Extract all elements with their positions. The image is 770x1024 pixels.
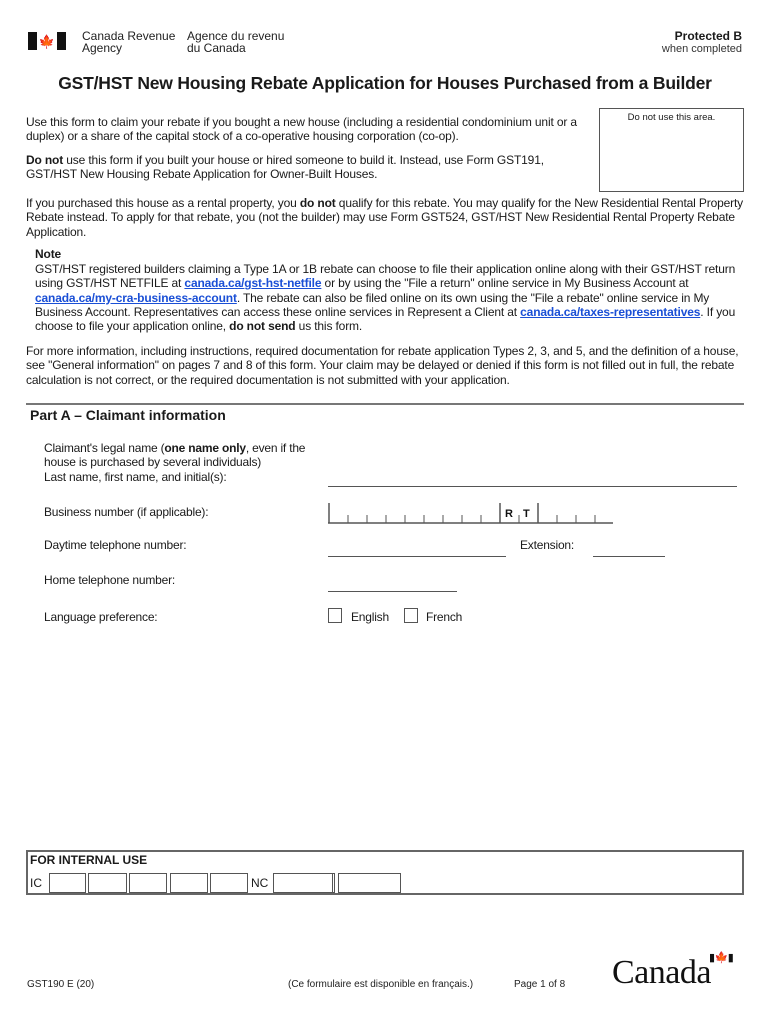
business-number-label: Business number (if applicable): [44, 505, 209, 519]
do-not-use-label: Do not use this area. [627, 112, 716, 123]
french-checkbox[interactable] [404, 608, 418, 623]
bn-t-label: T [523, 508, 530, 520]
internal-use-heading: FOR INTERNAL USE [30, 853, 148, 867]
agency-name-fr: Agence du revenu du Canada [187, 30, 284, 54]
note-text-5: us this form. [295, 319, 363, 334]
legal-name-field[interactable] [328, 486, 737, 487]
home-phone-field[interactable] [328, 591, 457, 592]
nc-box[interactable] [273, 873, 335, 893]
ic-box[interactable] [129, 873, 167, 893]
legal-name-text-c: Last name, first name, and initial(s): [44, 469, 227, 484]
protected-sub: when completed [661, 43, 742, 55]
form-code: GST190 E (20) [27, 979, 95, 990]
canada-wordmark-text: Canada [612, 954, 711, 991]
canada-wordmark: Canada▮🍁▮ [612, 952, 735, 992]
agency-en-line2: Agency [82, 41, 123, 55]
intro-p3-text-a: If you purchased this house as a rental … [26, 196, 300, 210]
part-a-heading: Part A – Claimant information [30, 407, 226, 423]
protected-label: Protected B [674, 29, 742, 43]
intro-p2-bold: Do not [26, 153, 64, 167]
bn-r-label: R [505, 508, 513, 520]
note-text-2: or by using the "File a return" online s… [321, 276, 689, 291]
note-heading: Note [35, 247, 62, 261]
language-label: Language preference: [44, 610, 158, 624]
extension-field[interactable] [593, 556, 665, 557]
link-gst-hst-netfile[interactable]: canada.ca/gst-hst-netfile [184, 276, 321, 290]
ic-box[interactable] [210, 873, 248, 893]
intro-p2-text: use this form if you built your house or… [26, 153, 544, 182]
english-label: English [351, 610, 389, 624]
french-availability-note: (Ce formulaire est disponible en françai… [288, 979, 474, 990]
protected-badge: Protected B when completed [662, 29, 742, 55]
legal-name-text-a: Claimant's legal name ( [44, 441, 165, 455]
ic-box[interactable] [49, 873, 86, 893]
ic-label: IC [30, 876, 42, 890]
page-title: GST/HST New Housing Rebate Application f… [58, 73, 712, 93]
home-phone-label: Home telephone number: [44, 573, 176, 587]
business-number-field[interactable]: R T [328, 502, 613, 524]
english-checkbox[interactable] [328, 608, 342, 623]
legal-name-label: Claimant's legal name (one name only, ev… [44, 441, 324, 484]
agency-name-en: Canada Revenue Agency [82, 30, 175, 54]
canada-flag-icon: 🍁 [28, 32, 66, 50]
bn-ticks [328, 503, 596, 523]
extension-label: Extension: [520, 538, 575, 552]
link-my-cra-business-account[interactable]: canada.ca/my-cra-business-account [35, 291, 237, 305]
ic-box[interactable] [88, 873, 127, 893]
agency-fr-line2: du Canada [187, 41, 246, 55]
intro-p3-bold: do not [299, 196, 336, 210]
ic-box[interactable] [170, 873, 208, 893]
section-divider [26, 403, 744, 405]
daytime-phone-field[interactable] [328, 556, 506, 557]
french-label: French [426, 610, 463, 624]
intro-paragraph-3: If you purchased this house as a rental … [26, 196, 746, 239]
nc-box[interactable] [338, 873, 401, 893]
intro-paragraph-2: Do not use this form if you built your h… [26, 153, 596, 182]
wordmark-flag-icon: ▮🍁▮ [708, 952, 734, 964]
nc-label: NC [251, 876, 269, 890]
intro-paragraph-1: Use this form to claim your rebate if yo… [26, 115, 577, 144]
link-taxes-representatives[interactable]: canada.ca/taxes-representatives [520, 305, 700, 319]
note-bold: do not send [229, 319, 296, 334]
legal-name-bold: one name only [164, 441, 246, 455]
internal-use-box: FOR INTERNAL USE IC NC [26, 850, 744, 895]
page-number: Page 1 of 8 [514, 979, 566, 990]
daytime-phone-label: Daytime telephone number: [44, 538, 187, 552]
note-body: GST/HST registered builders claiming a T… [35, 262, 745, 333]
do-not-use-area: Do not use this area. [599, 108, 744, 192]
more-info-paragraph: For more information, including instruct… [26, 344, 739, 387]
